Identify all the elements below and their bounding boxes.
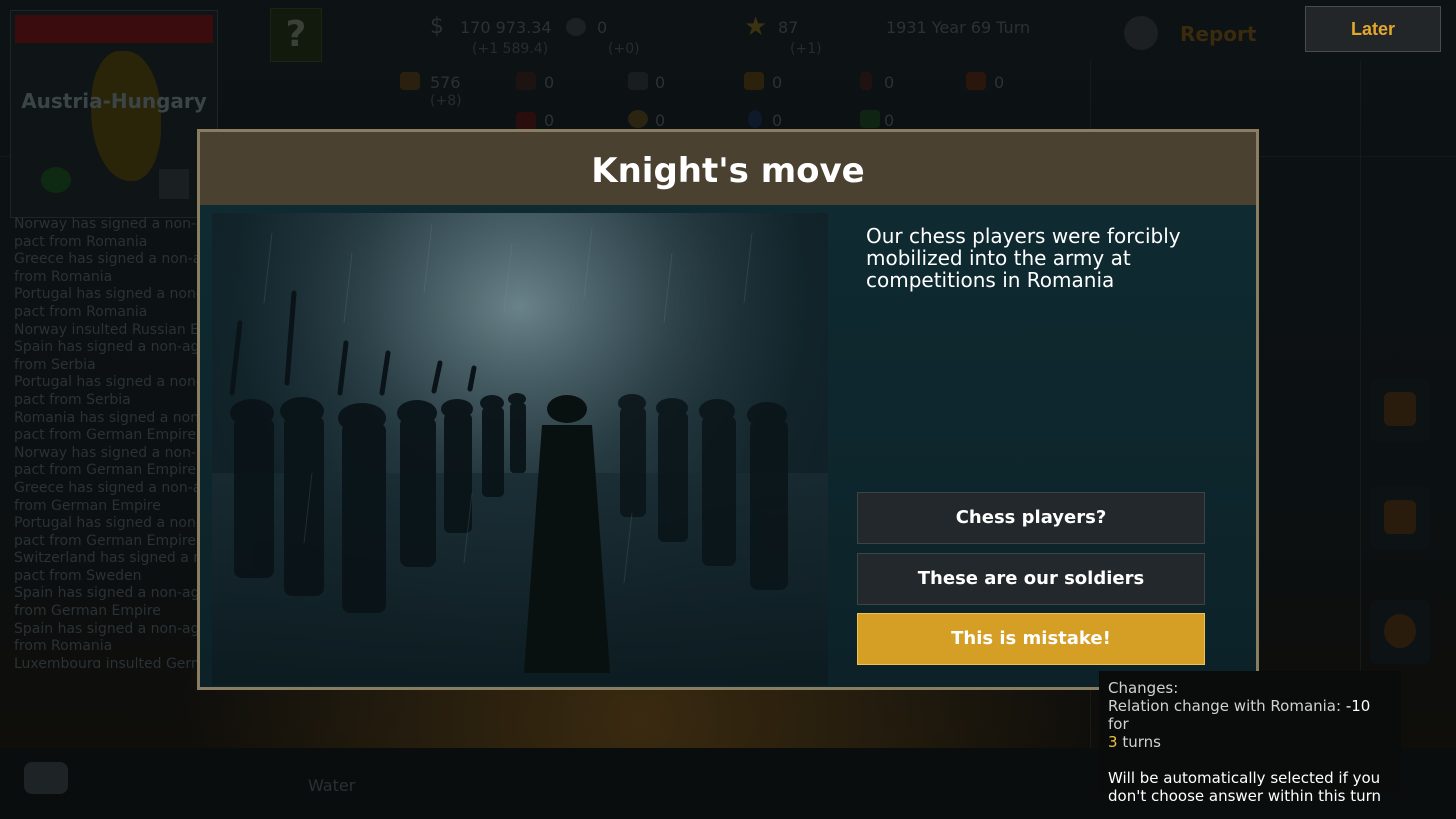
event-illustration (212, 213, 828, 685)
stars-delta: (+1) (790, 41, 822, 57)
news-line: pact from German Empire (14, 427, 196, 444)
gold-icon (744, 72, 764, 90)
news-line: from Romania (14, 638, 113, 655)
news-line: Norway has signed a non-a (14, 216, 204, 232)
tooltip-turns-text: turns (1122, 733, 1161, 751)
tooltip-auto-note: Will be automatically selected if you do… (1108, 769, 1382, 805)
news-line: Portugal has signed a non- (14, 286, 201, 303)
report-button[interactable]: Report (1180, 22, 1256, 46)
chat-icon[interactable] (24, 762, 68, 794)
radiation-icon (628, 110, 648, 128)
news-line: Portugal has signed a non- (14, 374, 201, 391)
news-line: from Romania (14, 268, 113, 285)
ammo-icon (966, 72, 986, 90)
resource-value: 0 (772, 73, 783, 92)
resource-value: 0 (884, 111, 895, 130)
help-button[interactable]: ? (270, 8, 322, 62)
news-line: from Serbia (14, 356, 96, 373)
oil-icon (860, 72, 872, 90)
wood-icon (400, 72, 420, 90)
news-line: Greece has signed a non-a (14, 479, 202, 496)
science-icon (566, 18, 586, 36)
news-line: pact from Romania (14, 303, 148, 320)
news-line: Portugal has signed a non- (14, 515, 201, 532)
army-icon[interactable] (41, 167, 71, 193)
tooltip-heading: Changes: (1108, 679, 1179, 697)
star-icon: ★ (744, 12, 768, 42)
map-grid-line (1360, 60, 1361, 750)
news-line: pact from Sweden (14, 567, 142, 584)
event-description: Our chess players were forcibly mobilize… (866, 224, 1181, 292)
bug-report-icon[interactable] (1124, 16, 1158, 50)
science-value: 0 (597, 18, 608, 37)
plant-icon (860, 110, 880, 128)
event-dialog-header: Knight's move (200, 132, 1256, 205)
news-line: Spain has signed a non-ag (14, 620, 200, 637)
water-drop-icon (748, 110, 762, 128)
resource-delta: (+8) (430, 93, 462, 109)
resource-value: 0 (544, 73, 555, 92)
tooltip-relation-text: Relation change with Romania: (1108, 697, 1342, 715)
money-icon: $ (430, 14, 444, 39)
resource-value: 0 (994, 73, 1005, 92)
resource-value: 0 (655, 111, 666, 130)
country-name: Austria-Hungary (21, 89, 207, 113)
date-turn: 1931 Year 69 Turn (886, 18, 1031, 37)
cotton-icon (516, 72, 536, 90)
country-map-shape (91, 51, 161, 181)
money-delta: (+1 589.4) (472, 41, 549, 57)
country-card[interactable]: Austria-Hungary (10, 10, 218, 218)
news-line: Romania has signed a non- (14, 409, 204, 426)
news-line: Greece has signed a non-ag (14, 251, 204, 268)
news-line: from German Empire (14, 603, 161, 620)
tooltip-turns-line: 3 turns (1108, 733, 1392, 751)
map-region-label: Water (308, 776, 356, 795)
news-feed: Norway has signed a non-a pact from Roma… (14, 216, 204, 668)
idea-icon[interactable] (1370, 600, 1430, 664)
diplomat-icon[interactable] (1370, 378, 1430, 442)
edit-icon[interactable] (159, 169, 189, 199)
tooltip-relation-line: Relation change with Romania: -10 for (1108, 697, 1392, 733)
tooltip-turns-value: 3 (1108, 733, 1118, 751)
news-line: Spain has signed a non-ag (14, 585, 200, 602)
choice-our-soldiers-button[interactable]: These are our soldiers (857, 553, 1205, 605)
news-line: Spain has signed a non-ag (14, 339, 200, 356)
tooltip-relation-value: -10 (1345, 697, 1371, 715)
news-line: from German Empire (14, 497, 161, 514)
choice-chess-players-button[interactable]: Chess players? (857, 492, 1205, 544)
later-button[interactable]: Later (1305, 6, 1441, 52)
news-line: Switzerland has signed a n (14, 550, 203, 567)
iron-icon (628, 72, 648, 90)
resource-value: 0 (884, 73, 895, 92)
laws-icon[interactable] (1370, 486, 1430, 550)
news-line: pact from German Empire (14, 532, 196, 549)
event-dialog: Knight's move Our chess players were for… (197, 129, 1259, 690)
country-flag (15, 15, 213, 43)
science-delta: (+0) (608, 41, 640, 57)
event-title: Knight's move (591, 151, 865, 191)
resource-value: 0 (655, 73, 666, 92)
resource-value: 0 (772, 111, 783, 130)
money-value: 170 973.34 (460, 18, 552, 37)
news-line: Norway insulted Russian E (14, 321, 200, 338)
news-line: Luxembourg insulted Germ (14, 655, 204, 668)
resource-value: 0 (544, 111, 555, 130)
meat-icon (516, 112, 536, 130)
choice-tooltip: Changes: Relation change with Romania: -… (1099, 671, 1401, 805)
news-line: pact from Serbia (14, 391, 131, 408)
news-line: pact from Romania (14, 233, 148, 250)
choice-mistake-button[interactable]: This is mistake! (857, 613, 1205, 665)
stars-value: 87 (778, 18, 799, 37)
news-line: Norway has signed a non- (14, 444, 197, 461)
event-dialog-body: Our chess players were forcibly mobilize… (200, 205, 1256, 687)
news-line: pact from German Empire (14, 462, 196, 479)
tooltip-for-text: for (1108, 715, 1129, 733)
